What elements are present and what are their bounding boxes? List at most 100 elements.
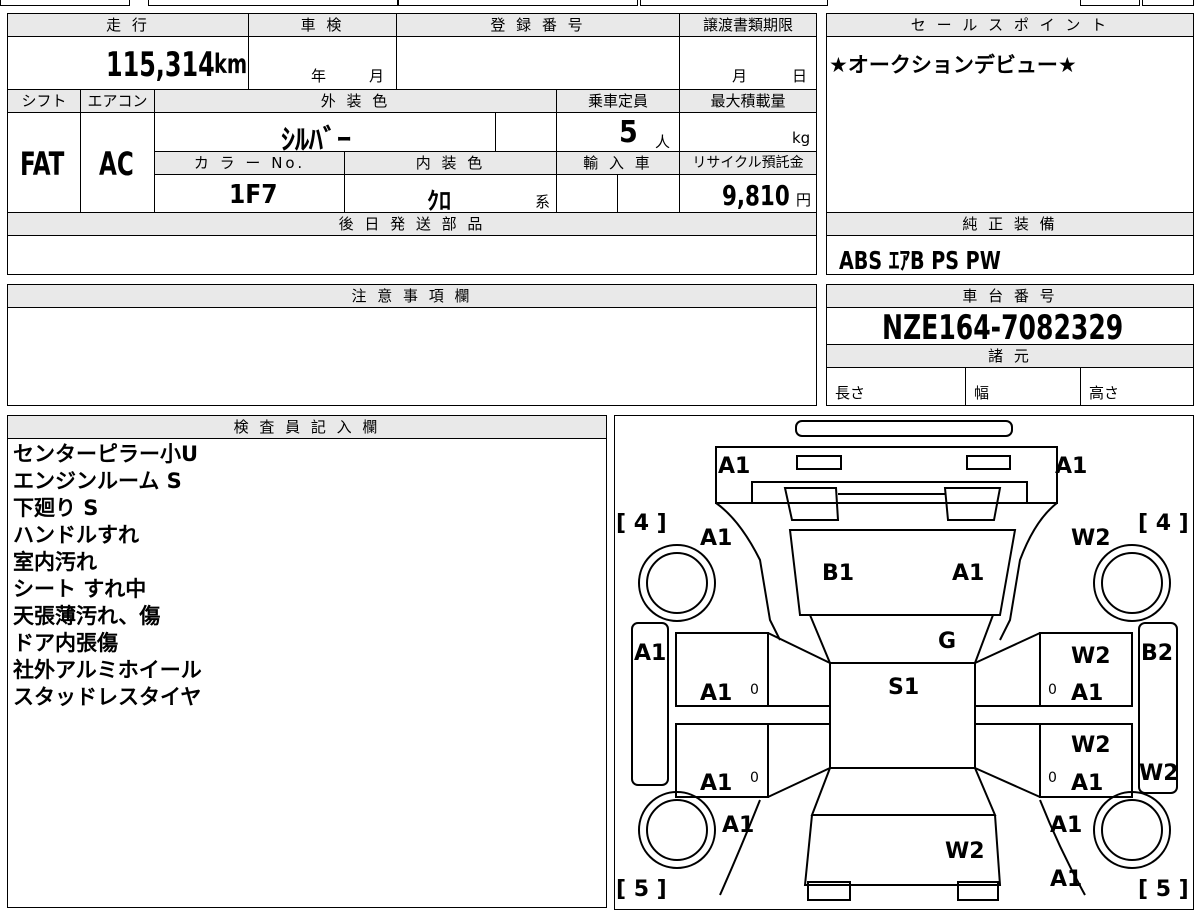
mileage-value: 115,314 [106,45,215,85]
damage-mark: A1 [1050,867,1082,892]
max-load-unit: kg [792,129,811,147]
max-load-cell: kg [679,112,817,152]
inspector-line: 社外アルミホイール [13,658,202,682]
damage-mark: B2 [1141,641,1173,666]
damage-mark: A1 [1055,454,1087,479]
recycle-fee-unit: 円 [796,191,812,209]
inspector-line: センターピラー小U [13,442,199,466]
inspector-header: 検 査 員 記 入 欄 [7,415,607,439]
damage-mark: W2 [1071,644,1111,669]
import-header: 輸 入 車 [556,151,680,175]
interior-color-header: 内 装 色 [344,151,557,175]
damage-mark: W2 [1071,733,1111,758]
inspection-header: 車 検 [248,13,397,37]
inspector-line: シート すれ中 [13,577,147,601]
inspector-line: ドア内張傷 [13,631,118,655]
aircon-header: エアコン [80,89,155,113]
damage-mark: G [938,629,956,654]
specs-header: 諸 元 [826,344,1194,368]
zero-mark: 0 [1048,770,1057,786]
max-load-header: 最大積載量 [679,89,817,113]
mileage-unit: km [214,49,248,80]
shift-value: FAT [20,145,65,183]
import-cell-a [556,174,618,213]
genuine-equipment-cell: ABS ｴｱB PS PW [826,235,1194,275]
damage-mark: B1 [822,561,854,586]
inspector-line: エンジンルーム S [13,469,182,493]
later-parts-header: 後 日 発 送 部 品 [7,212,817,236]
spec-length-label: 長さ [835,384,866,402]
sales-point-cell: ★オークションデビュー★ [826,36,1194,213]
inspection-year-unit: 年 [311,67,327,85]
damage-mark: A1 [700,681,732,706]
exterior-color-extra [495,112,557,152]
inspection-cell: 年 月 [248,36,397,90]
spec-height-cell: 高さ [1080,367,1194,406]
tire-front-left-label: [ 4 ] [616,511,667,536]
inspector-notes: センターピラー小U エンジンルーム S 下廻り S ハンドルすれ 室内汚れ シー… [7,438,607,908]
mileage-cell: 115,314 km [7,36,249,90]
interior-color-unit: 系 [535,193,551,211]
car-diagram: [ 4 ] [ 4 ] [ 5 ] [ 5 ] A1 A1 A1 W2 B1 A… [616,420,1189,902]
later-parts-cell [7,235,817,275]
spec-width-label: 幅 [974,384,990,402]
shift-cell: FAT [7,112,81,213]
notes-cell [7,307,817,406]
recycle-fee-value: 9,810 [722,179,790,212]
damage-mark: A1 [952,561,984,586]
capacity-header: 乗車定員 [556,89,680,113]
damage-mark: A1 [718,454,750,479]
zero-mark: 0 [750,682,759,698]
genuine-equipment-value: ABS ｴｱB PS PW [839,246,1001,275]
aircon-cell: AC [80,112,155,213]
transfer-deadline-cell: 月 日 [679,36,817,90]
zero-mark: 0 [1048,682,1057,698]
color-no-value: 1F7 [229,180,278,210]
damage-mark: A1 [700,526,732,551]
sales-point-text: ★オークションデビュー★ [829,53,1077,77]
top-strip [0,0,1200,7]
registration-cell [396,36,680,90]
capacity-unit: 人 [655,133,671,151]
color-no-header: カ ラ ー No. [154,151,345,175]
damage-mark: W2 [1139,761,1179,786]
deadline-month-unit: 月 [732,67,748,85]
import-cell-b [617,174,680,213]
chassis-number-value: NZE164-7082329 [882,308,1124,348]
damage-mark: S1 [888,675,919,700]
capacity-value: 5 [619,115,638,150]
color-no-cell: 1F7 [154,174,345,213]
transfer-deadline-header: 譲渡書類期限 [679,13,817,37]
sales-point-header: セ ー ル ス ポ イ ン ト [826,13,1194,37]
interior-color-value: ｸﾛ [427,187,451,215]
inspection-month-unit: 月 [369,67,385,85]
recycle-fee-header: リサイクル預託金 [679,151,817,175]
interior-color-cell: ｸﾛ 系 [344,174,557,215]
inspector-line: ハンドルすれ [13,523,139,547]
damage-mark: A1 [634,641,666,666]
inspector-line: スタッドレスタイヤ [13,685,202,709]
damage-mark: A1 [722,813,754,838]
inspector-line: 天張薄汚れ、傷 [13,604,161,628]
damage-mark: A1 [1050,813,1082,838]
exterior-color-cell: ｼﾙﾊﾞｰ [154,112,496,156]
tire-front-right-label: [ 4 ] [1138,511,1189,536]
tire-rear-left-label: [ 5 ] [616,877,667,902]
mileage-header: 走 行 [7,13,249,37]
zero-mark: 0 [750,770,759,786]
damage-mark: A1 [1071,771,1103,796]
genuine-equipment-header: 純 正 装 備 [826,212,1194,236]
shift-header: シフト [7,89,81,113]
damage-mark: W2 [945,839,985,864]
car-diagram-panel: [ 4 ] [ 4 ] [ 5 ] [ 5 ] A1 A1 A1 W2 B1 A… [614,415,1194,910]
chassis-number-header: 車 台 番 号 [826,284,1194,308]
damage-mark: W2 [1071,526,1111,551]
spec-length-cell: 長さ [826,367,966,406]
deadline-day-unit: 日 [792,67,808,85]
spec-height-label: 高さ [1089,384,1120,402]
inspector-line: 室内汚れ [13,550,97,574]
aircon-value: AC [99,145,134,183]
capacity-cell: 5 人 [556,112,680,152]
spec-width-cell: 幅 [965,367,1081,406]
damage-mark: A1 [700,771,732,796]
